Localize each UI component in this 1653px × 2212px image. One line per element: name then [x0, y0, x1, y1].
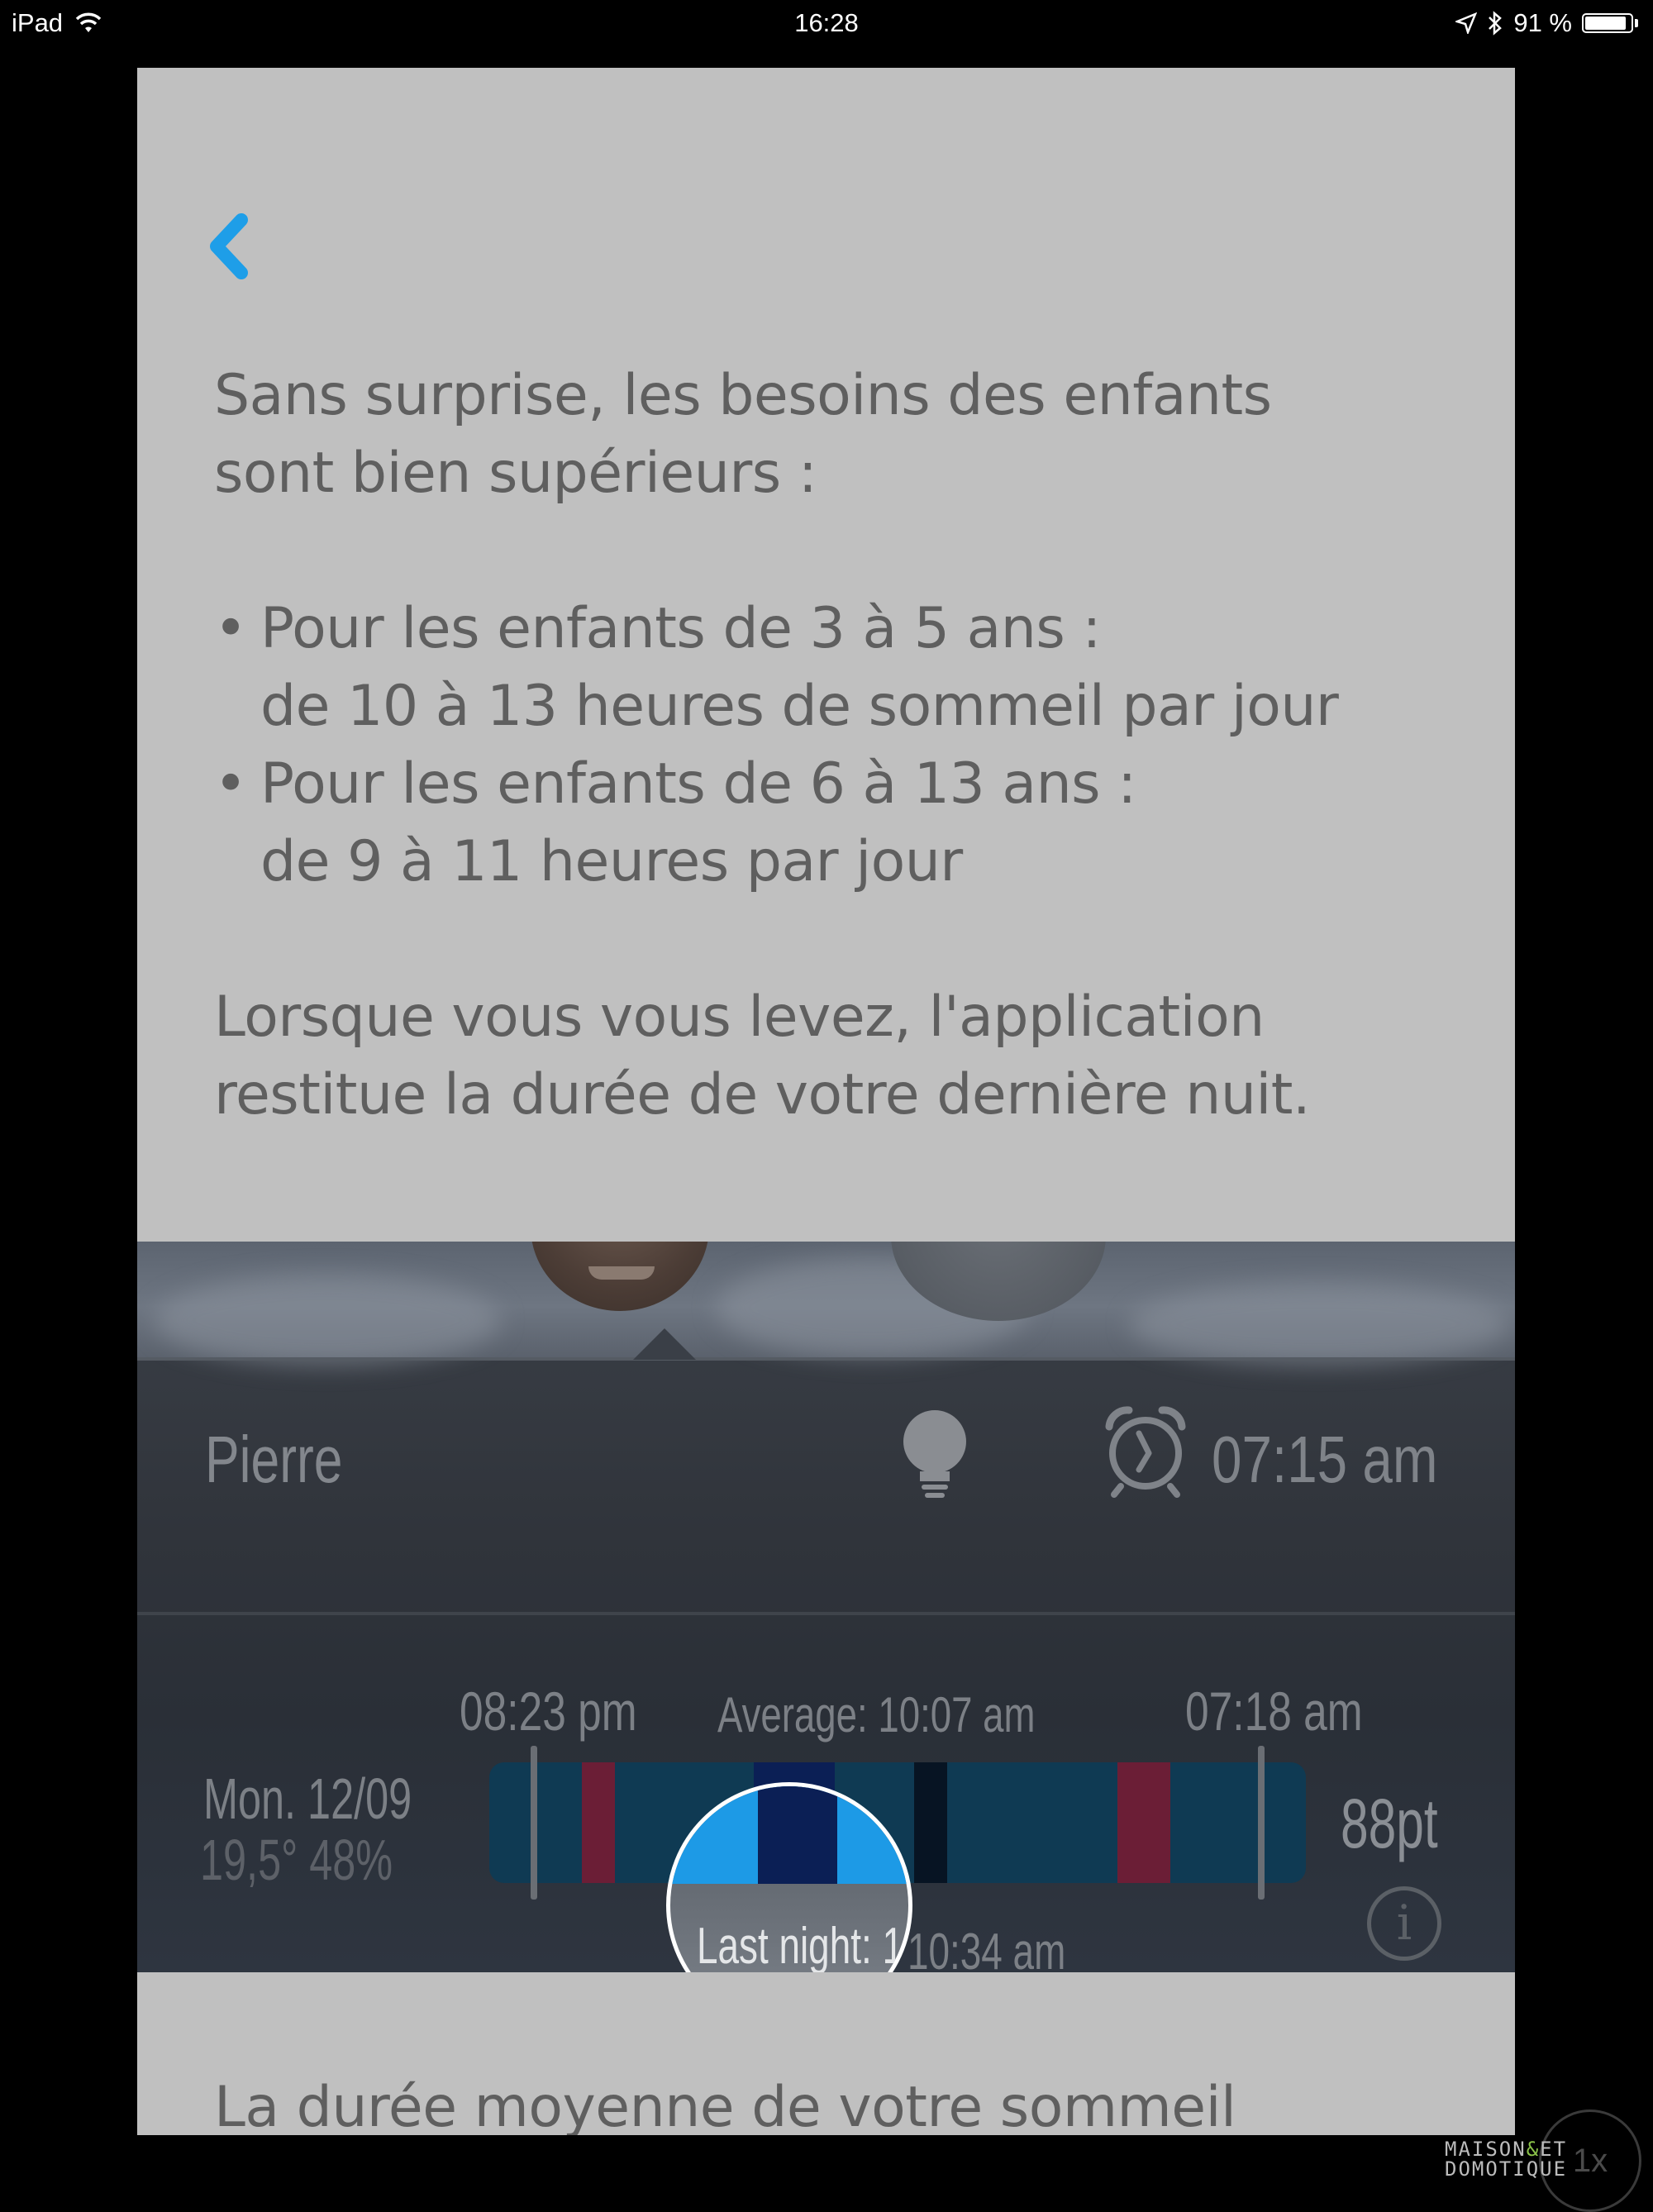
bullet-dot: • — [214, 596, 247, 661]
app-screenshot: Pierre 07:15 am 08:23 pm Average: 10:07 … — [137, 1242, 1515, 1972]
user-name: Pierre — [205, 1423, 343, 1496]
avatar-child-1[interactable] — [531, 1242, 709, 1311]
back-chevron-icon[interactable] — [200, 208, 258, 291]
bullet-2-line-1: Pour les enfants de 6 à 13 ans : — [260, 751, 1136, 817]
article-panel: Sans surprise, les besoins des enfants s… — [137, 68, 1515, 2135]
bullet-1-line-2: de 10 à 13 heures de sommeil par jour — [260, 674, 1339, 739]
sleep-segment-red — [582, 1762, 615, 1883]
intro-line-1: Sans surprise, les besoins des enfants — [214, 363, 1272, 428]
sky-header — [137, 1242, 1515, 1366]
date-label: Mon. 12/09 — [203, 1766, 412, 1831]
row-divider — [137, 1612, 1515, 1615]
battery-percent: 91 % — [1513, 8, 1572, 37]
outro-line-2: restitue la durée de votre dernière nuit… — [214, 1062, 1311, 1127]
intro-line-2: sont bien supérieurs : — [214, 441, 817, 506]
article-text: Sans surprise, les besoins des enfants s… — [214, 357, 1487, 1134]
bullet-2: • Pour les enfants de 6 à 13 ans : — [214, 746, 1487, 823]
battery-icon — [1582, 13, 1633, 33]
bedtime-marker — [531, 1746, 537, 1900]
clock: 16:28 — [794, 8, 859, 37]
bullet-1-line-1: Pour les enfants de 3 à 5 ans : — [260, 596, 1101, 661]
bullet-dot: • — [214, 751, 247, 817]
selected-pointer — [633, 1328, 696, 1360]
bedtime-label: 08:23 pm — [460, 1680, 637, 1742]
bullet-2-line-2: de 9 à 11 heures par jour — [260, 829, 963, 894]
header-divider — [137, 1357, 1515, 1361]
last-night-label: Last night: 10:34 am — [697, 1918, 908, 1972]
magnified-timeline — [670, 1786, 908, 1884]
alarm-time[interactable]: 07:15 am — [1212, 1422, 1438, 1498]
average-label: Average: 10:07 am — [717, 1687, 1036, 1742]
waketime-label: 07:18 am — [1185, 1680, 1363, 1742]
battery-tip — [1635, 19, 1638, 27]
lightbulb-icon[interactable] — [898, 1407, 972, 1506]
location-arrow-icon — [1455, 12, 1478, 34]
score-label: 88pt — [1341, 1785, 1438, 1862]
last-night-label-behind: 10:34 am — [907, 1924, 1066, 1972]
bullet-1: • Pour les enfants de 3 à 5 ans : — [214, 590, 1487, 668]
magnifier-loupe[interactable]: Last night: 10:34 am — [666, 1782, 912, 1972]
outro-line-1: Lorsque vous vous levez, l'application — [214, 984, 1265, 1050]
sleep-segment-black — [914, 1762, 947, 1883]
sleep-segment-red — [1117, 1762, 1170, 1883]
conditions-label: 19,5° 48% — [200, 1828, 393, 1892]
alarm-clock-icon[interactable] — [1103, 1405, 1189, 1498]
info-button[interactable]: i — [1367, 1886, 1441, 1961]
battery-fill — [1585, 17, 1626, 30]
status-right: 91 % — [1455, 8, 1638, 38]
watermark-logo: MAISON&ET DOMOTIQUE — [1445, 2138, 1568, 2181]
bottom-heading: La durée moyenne de votre sommeil — [214, 2075, 1236, 2135]
status-bar: iPad 16:28 91 % — [0, 0, 1653, 46]
waketime-marker — [1258, 1746, 1265, 1900]
bluetooth-icon — [1489, 11, 1503, 36]
